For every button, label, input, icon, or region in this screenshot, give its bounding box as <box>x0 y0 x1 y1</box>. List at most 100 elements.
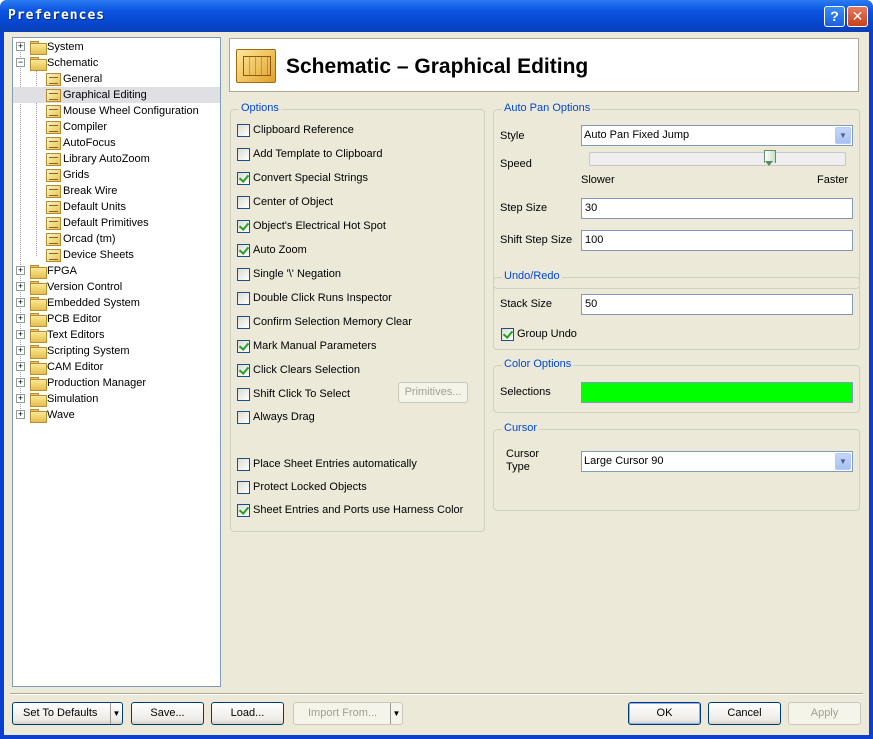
tree-item[interactable]: Grids <box>13 167 213 183</box>
color-options-group-title: Color Options <box>502 358 574 370</box>
expand-icon[interactable]: + <box>16 394 25 403</box>
expand-icon[interactable]: + <box>16 330 25 339</box>
folder-icon <box>30 345 47 359</box>
tree-item[interactable]: + PCB Editor <box>13 311 213 327</box>
tree-item[interactable]: + Scripting System <box>13 343 213 359</box>
cursor-type-select[interactable]: Large Cursor 90 ▼ <box>581 451 853 472</box>
help-button[interactable]: ? <box>824 6 845 27</box>
chevron-down-icon[interactable]: ▼ <box>835 453 851 470</box>
tree-item[interactable]: Default Units <box>13 199 213 215</box>
page-icon <box>46 105 61 118</box>
selections-color-swatch[interactable] <box>581 382 853 403</box>
set-to-defaults-button[interactable]: Set To Defaults ▼ <box>12 702 123 725</box>
expand-icon[interactable]: + <box>16 282 25 291</box>
step-size-input[interactable]: 30 <box>581 198 853 219</box>
tree-item[interactable]: − Schematic <box>13 55 213 71</box>
chevron-down-icon[interactable]: ▼ <box>110 703 122 724</box>
page-icon <box>46 169 61 182</box>
page-icon <box>46 185 61 198</box>
checked-box-icon[interactable] <box>237 172 250 185</box>
close-button[interactable]: ✕ <box>847 6 868 27</box>
primitives-button[interactable]: Primitives... <box>398 382 468 403</box>
option-label: Clipboard Reference <box>253 124 354 136</box>
tree-item[interactable]: + Text Editors <box>13 327 213 343</box>
unchecked-box-icon[interactable] <box>237 481 250 494</box>
page-icon <box>46 73 61 86</box>
tree-item[interactable]: Library AutoZoom <box>13 151 213 167</box>
tree-item[interactable]: Compiler <box>13 119 213 135</box>
tree-item[interactable]: Orcad (tm) <box>13 231 213 247</box>
checked-box-icon[interactable] <box>237 220 250 233</box>
load-button[interactable]: Load... <box>211 702 284 725</box>
tree-item[interactable]: General <box>13 71 213 87</box>
tree-item[interactable]: Device Sheets <box>13 247 213 263</box>
unchecked-box-icon[interactable] <box>237 292 250 305</box>
tree-item[interactable]: + Simulation <box>13 391 213 407</box>
unchecked-box-icon[interactable] <box>237 124 250 137</box>
checked-box-icon[interactable] <box>237 340 250 353</box>
cancel-button[interactable]: Cancel <box>708 702 781 725</box>
cursor-type-label-1: Cursor <box>506 448 540 460</box>
tree-item[interactable]: + FPGA <box>13 263 213 279</box>
unchecked-box-icon[interactable] <box>237 458 250 471</box>
tree-item[interactable]: + Version Control <box>13 279 213 295</box>
tree-item[interactable]: Break Wire <box>13 183 213 199</box>
option-label: Center of Object <box>253 196 334 208</box>
tree-item[interactable]: Default Primitives <box>13 215 213 231</box>
folder-icon <box>30 377 47 391</box>
tree-item[interactable]: AutoFocus <box>13 135 213 151</box>
ok-button[interactable]: OK <box>628 702 701 725</box>
tree-item[interactable]: + Wave <box>13 407 213 423</box>
import-from-label: Import From... <box>308 707 378 719</box>
unchecked-box-icon[interactable] <box>237 316 250 329</box>
checked-box-icon[interactable] <box>237 364 250 377</box>
unchecked-box-icon[interactable] <box>237 196 250 209</box>
folder-icon <box>30 57 47 71</box>
tree-item[interactable]: Graphical Editing <box>13 87 220 103</box>
unchecked-box-icon[interactable] <box>237 148 250 161</box>
window-title: Preferences <box>8 8 106 23</box>
group-undo-label: Group Undo <box>517 328 577 340</box>
unchecked-box-icon[interactable] <box>237 411 250 424</box>
option-label: Sheet Entries and Ports use Harness Colo… <box>253 504 464 516</box>
folder-icon <box>30 41 47 55</box>
save-button[interactable]: Save... <box>131 702 204 725</box>
tree-item-label: Default Primitives <box>63 217 149 229</box>
unchecked-box-icon[interactable] <box>237 388 250 401</box>
expand-icon[interactable]: + <box>16 362 25 371</box>
tree-item[interactable]: + Production Manager <box>13 375 213 391</box>
tree-item-label: Text Editors <box>47 329 105 341</box>
chevron-down-icon[interactable]: ▼ <box>835 127 851 144</box>
expand-icon[interactable]: + <box>16 410 25 419</box>
tree-item[interactable]: + System <box>13 39 213 55</box>
tree-item[interactable]: Mouse Wheel Configuration <box>13 103 213 119</box>
preferences-tree[interactable]: + System − Schematic General Graphical Editin… <box>12 37 221 687</box>
expand-icon[interactable]: + <box>16 314 25 323</box>
tree-item[interactable]: + Embedded System <box>13 295 213 311</box>
title-bar[interactable]: Preferences ? ✕ <box>0 0 873 32</box>
tree-item-label: Graphical Editing <box>63 89 147 101</box>
shift-step-size-input[interactable]: 100 <box>581 230 853 251</box>
folder-icon <box>30 265 47 279</box>
auto-pan-style-select[interactable]: Auto Pan Fixed Jump ▼ <box>581 125 853 146</box>
import-from-button[interactable]: Import From... ▼ <box>293 702 403 725</box>
checked-box-icon[interactable] <box>237 504 250 517</box>
tree-item-label: PCB Editor <box>47 313 102 325</box>
expand-icon[interactable]: + <box>16 346 25 355</box>
stack-size-input[interactable]: 50 <box>581 294 853 315</box>
chevron-down-icon[interactable]: ▼ <box>390 703 402 724</box>
check-icon[interactable] <box>501 328 514 341</box>
expand-icon[interactable]: + <box>16 378 25 387</box>
expand-icon[interactable]: + <box>16 298 25 307</box>
expand-icon[interactable]: + <box>16 266 25 275</box>
undo-redo-group-title: Undo/Redo <box>502 270 562 282</box>
apply-button[interactable]: Apply <box>788 702 861 725</box>
speed-slider-track[interactable] <box>589 152 846 166</box>
unchecked-box-icon[interactable] <box>237 268 250 281</box>
step-size-label: Step Size <box>500 202 548 214</box>
tree-item[interactable]: + CAM Editor <box>13 359 213 375</box>
checked-box-icon[interactable] <box>237 244 250 257</box>
speed-slider-thumb[interactable] <box>763 150 776 167</box>
collapse-icon[interactable]: − <box>16 58 25 67</box>
expand-icon[interactable]: + <box>16 42 25 51</box>
